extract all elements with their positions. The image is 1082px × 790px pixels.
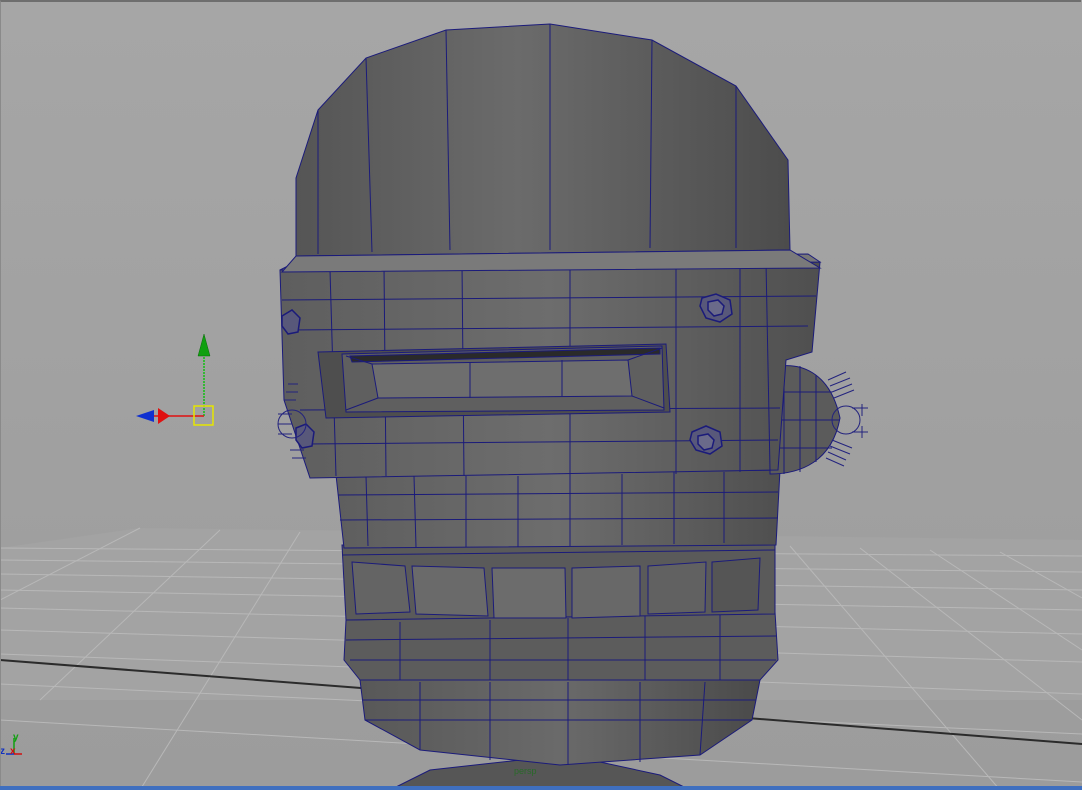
model-visor-slot [317, 343, 671, 419]
scene-canvas[interactable] [0, 0, 1082, 790]
move-tool-icon[interactable] [136, 333, 214, 426]
axis-z-label: z [0, 746, 5, 757]
model-neck-cylinder [335, 469, 781, 549]
camera-name-label: persp [514, 766, 537, 776]
model-lower-cylinder [359, 679, 761, 766]
model-panel-band [341, 539, 776, 621]
axis-y-label: y [13, 732, 19, 743]
model-dome [280, 23, 822, 273]
model-lower-rim [343, 611, 779, 681]
viewport-bottom-strip [0, 786, 1082, 790]
axis-x-label: x [10, 746, 16, 757]
perspective-viewport[interactable]: y z x persp [0, 0, 1082, 790]
